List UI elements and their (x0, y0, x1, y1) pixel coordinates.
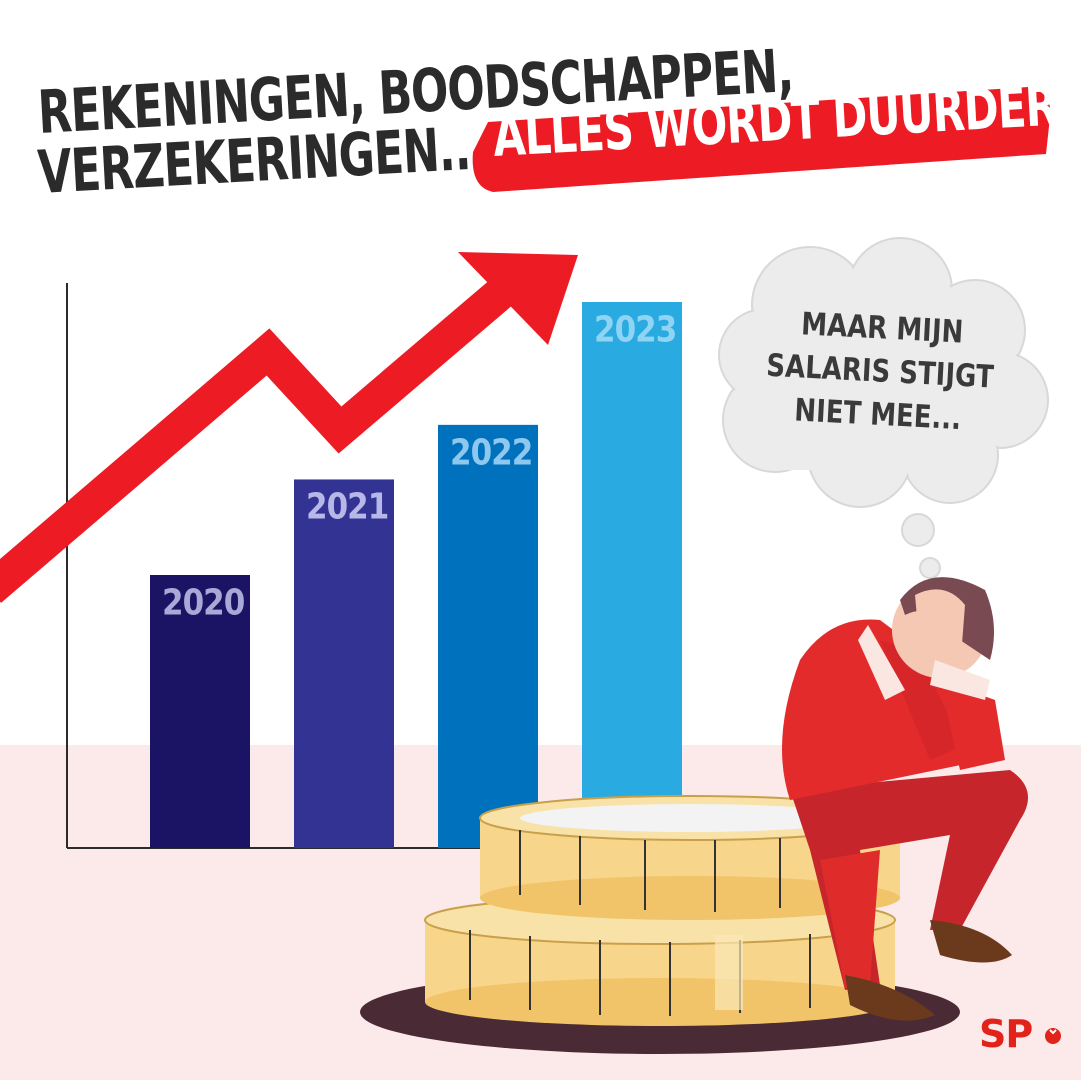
bar-label-2023: 2023 (594, 309, 677, 351)
bar-2022 (438, 424, 538, 848)
bar-2023 (582, 302, 682, 848)
bar-2021 (294, 479, 394, 848)
sp-logo-text: SP (979, 1012, 1033, 1056)
bar-label-2020: 2020 (162, 582, 245, 624)
tomato-icon (1045, 1027, 1062, 1044)
bar-label-2021: 2021 (306, 486, 389, 529)
bar-label-2022: 2022 (450, 432, 533, 474)
sp-logo: SP (979, 1012, 1062, 1056)
thought-text: MAAR MIJN SALARIS STIJGT NIET MEE... (742, 300, 1018, 444)
poster: REKENINGEN, BOODSCHAPPEN, VERZEKERINGEN.… (0, 0, 1081, 1080)
